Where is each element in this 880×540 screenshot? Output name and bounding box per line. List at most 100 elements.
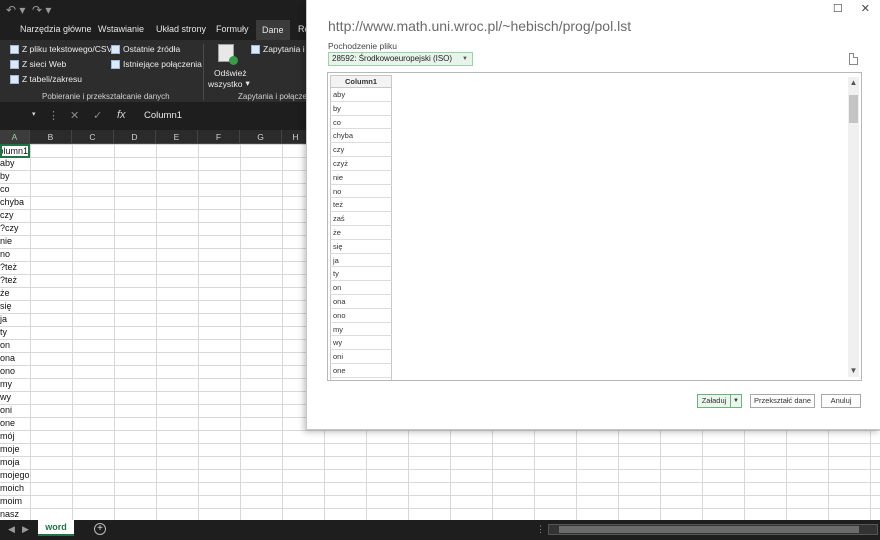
preview-row: on xyxy=(330,281,392,295)
table-cell[interactable]: moja xyxy=(0,456,30,469)
table-cell[interactable]: oni xyxy=(0,404,30,417)
table-cell[interactable]: mój xyxy=(0,430,30,443)
ribbon-separator xyxy=(203,44,204,100)
horizontal-scrollbar[interactable] xyxy=(548,524,878,535)
function-icon[interactable]: fx xyxy=(117,109,126,121)
load-button[interactable]: Załaduj xyxy=(697,394,731,408)
formula-input[interactable]: Column1 xyxy=(144,110,182,121)
column-header-f[interactable]: F xyxy=(198,130,240,144)
column-headers: A B C D E F G H xyxy=(0,130,310,144)
load-options-dropdown[interactable]: ▼ xyxy=(730,394,742,408)
refresh-icon xyxy=(218,44,238,65)
chevron-down-icon: ▼ xyxy=(462,56,468,62)
chevron-down-icon: ▼ xyxy=(733,398,739,404)
connections-icon xyxy=(111,59,120,69)
name-box[interactable]: ▾ xyxy=(0,108,42,124)
table-cell[interactable]: mojego xyxy=(0,469,30,482)
from-text-csv-button[interactable]: Z pliku tekstowego/CSV xyxy=(10,44,112,54)
from-table-button[interactable]: Z tabeli/zakresu xyxy=(10,74,82,84)
table-cell[interactable]: czy xyxy=(0,209,30,222)
table-cell[interactable]: chyba xyxy=(0,196,30,209)
scroll-thumb[interactable] xyxy=(849,95,858,123)
tab-home[interactable]: Narzędzia główne xyxy=(20,24,92,34)
check-icon[interactable]: ✓ xyxy=(93,109,102,122)
recent-sources-icon xyxy=(111,44,120,54)
tab-page-layout[interactable]: Układ strony xyxy=(156,24,206,34)
table-cell[interactable]: moje xyxy=(0,443,30,456)
preview-row: się xyxy=(330,239,392,254)
group-label-queries: Zapytania i połączen xyxy=(238,92,312,101)
column-header-b[interactable]: B xyxy=(30,130,72,144)
preview-row: oni xyxy=(330,350,392,364)
web-icon xyxy=(10,59,19,69)
scroll-thumb[interactable] xyxy=(559,526,859,533)
tab-insert[interactable]: Wstawianie xyxy=(98,24,144,34)
refresh-label-1[interactable]: Odśwież xyxy=(214,68,247,78)
maximize-icon[interactable]: ☐ xyxy=(833,2,843,15)
import-dialog: ☐ ✕ http://www.math.uni.wroc.pl/~hebisch… xyxy=(306,0,880,430)
table-cell[interactable]: czy? xyxy=(0,222,30,235)
table-cell[interactable]: nie xyxy=(0,235,30,248)
table-cell[interactable]: moim xyxy=(0,495,30,508)
preview-row: ty xyxy=(330,267,392,282)
from-web-button[interactable]: Z sieci Web xyxy=(10,59,66,69)
file-origin-select[interactable]: 28592: Środkowoeuropejski (ISO) ▼ xyxy=(328,52,473,66)
chevron-down-icon[interactable]: ▼ xyxy=(848,365,859,377)
close-icon[interactable]: ✕ xyxy=(861,2,870,15)
table-cell[interactable]: też? xyxy=(0,274,30,287)
more-icon[interactable]: ⋮ xyxy=(48,109,59,122)
preview-scrollbar[interactable]: ▲ ▼ xyxy=(848,77,859,377)
column-header-g[interactable]: G xyxy=(240,130,282,144)
chevron-down-icon: ▾ xyxy=(245,78,250,88)
data-preview: Column1 aby by co chyba czy czyż nie no też zaś że… xyxy=(327,72,862,381)
table-cell[interactable]: że xyxy=(0,287,30,300)
table-cell[interactable]: ja xyxy=(0,313,30,326)
window-controls: ☐ ✕ xyxy=(833,2,870,15)
column-header-d[interactable]: D xyxy=(114,130,156,144)
table-cell[interactable]: my xyxy=(0,378,30,391)
table-cell[interactable]: nasz xyxy=(0,508,30,520)
column-header-a[interactable]: A xyxy=(0,130,30,144)
sheet-tab-word[interactable]: word xyxy=(38,520,74,536)
sheet-next-icon[interactable]: ▶ xyxy=(22,524,29,535)
table-cell[interactable]: się xyxy=(0,300,30,313)
table-cell[interactable]: aby xyxy=(0,157,30,170)
chevron-up-icon[interactable]: ▲ xyxy=(848,77,859,89)
table-cell[interactable]: też? xyxy=(0,261,30,274)
table-cell[interactable]: one xyxy=(0,417,30,430)
recent-sources-button[interactable]: Ostatnie źródła xyxy=(111,44,180,54)
preview-row: ja xyxy=(330,253,392,268)
cancel-icon[interactable]: ✕ xyxy=(70,109,79,122)
preview-row: czy xyxy=(330,143,392,157)
preview-row: wy xyxy=(330,336,392,351)
active-cell[interactable]: Column1 xyxy=(0,144,30,158)
column-header-c[interactable]: C xyxy=(72,130,114,144)
table-cell[interactable]: ono xyxy=(0,365,30,378)
sheet-prev-icon[interactable]: ◀ xyxy=(8,524,15,535)
table-cell[interactable]: wy xyxy=(0,391,30,404)
undo-icon[interactable]: ↶ ▾ xyxy=(6,3,25,17)
preview-row: ono xyxy=(330,308,392,323)
more-icon[interactable]: ⋮ xyxy=(536,524,545,535)
table-cell[interactable]: no xyxy=(0,248,30,261)
refresh-all-button[interactable]: wszystko ▾ xyxy=(208,78,250,89)
redo-icon[interactable]: ↷ ▾ xyxy=(32,3,51,17)
add-sheet-icon[interactable]: + xyxy=(94,523,106,535)
cancel-button[interactable]: Anuluj xyxy=(821,394,861,408)
page-icon[interactable] xyxy=(849,53,858,65)
preview-row: co xyxy=(330,115,392,130)
table-cell[interactable]: on xyxy=(0,339,30,352)
existing-connections-button[interactable]: Istniejące połączenia xyxy=(111,59,202,69)
transform-data-button[interactable]: Przekształć dane xyxy=(750,394,815,408)
queries-connections-button[interactable]: Zapytania i p xyxy=(251,44,312,54)
table-cell[interactable]: ona xyxy=(0,352,30,365)
preview-rows: aby by co chyba czy czyż nie no też zaś że się ja ty o… xyxy=(330,88,392,380)
queries-icon xyxy=(251,44,260,54)
tab-data[interactable]: Dane xyxy=(256,20,290,40)
table-cell[interactable]: moich xyxy=(0,482,30,495)
tab-formulas[interactable]: Formuły xyxy=(216,24,249,34)
table-cell[interactable]: co xyxy=(0,183,30,196)
column-header-e[interactable]: E xyxy=(156,130,198,144)
table-cell[interactable]: by xyxy=(0,170,30,183)
table-cell[interactable]: ty xyxy=(0,326,30,339)
